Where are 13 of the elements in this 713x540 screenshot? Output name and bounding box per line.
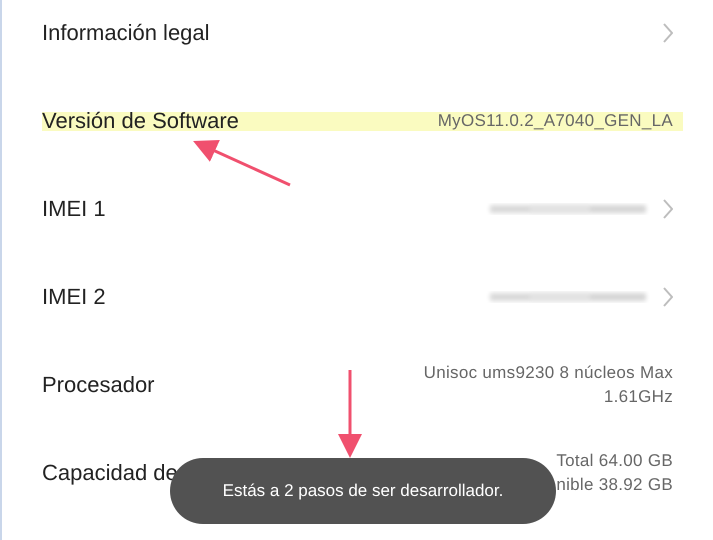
setting-value: Total 64.00 GB <box>556 450 673 472</box>
chevron-right-icon <box>663 23 673 43</box>
setting-value: nible 38.92 GB <box>556 474 673 496</box>
setting-label: IMEI 2 <box>42 284 106 310</box>
setting-value: Unisoc ums9230 8 núcleos Max <box>424 362 673 384</box>
setting-label: Versión de Software <box>42 108 239 134</box>
setting-label: IMEI 1 <box>42 196 106 222</box>
setting-value: 1.61GHz <box>604 386 673 408</box>
setting-label: Información legal <box>42 20 210 46</box>
chevron-right-icon <box>663 287 673 307</box>
chevron-right-icon <box>663 199 673 219</box>
setting-label: Procesador <box>42 372 155 398</box>
setting-value: MyOS11.0.2_A7040_GEN_LA <box>438 110 673 132</box>
